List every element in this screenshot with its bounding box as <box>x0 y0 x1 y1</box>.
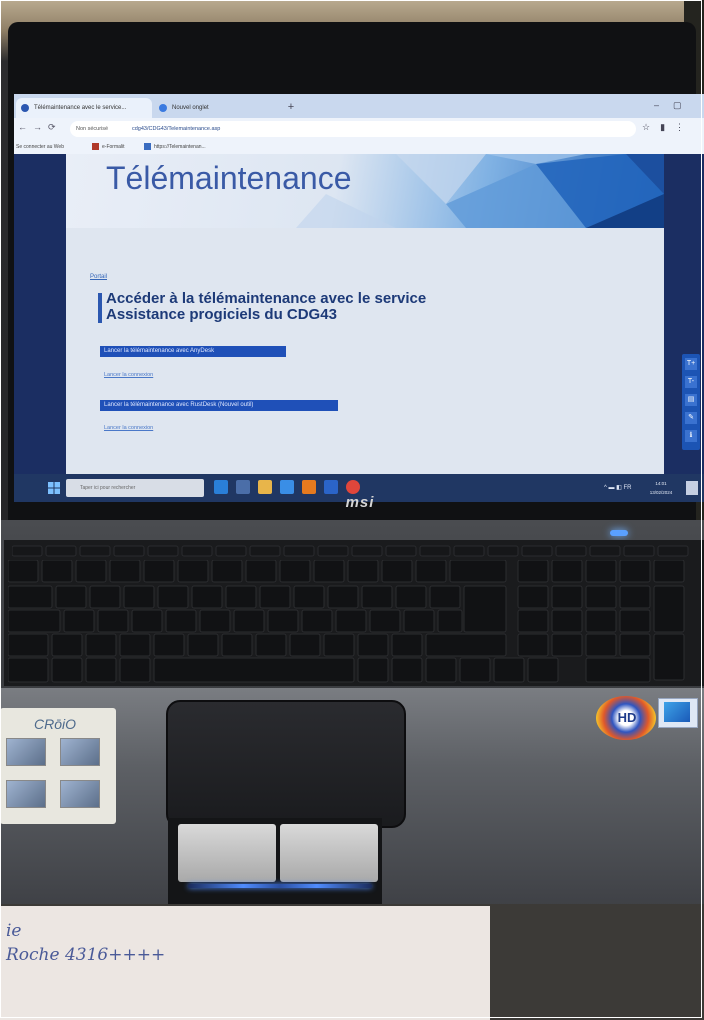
breadcrumb-link[interactable]: Portail <box>90 274 130 284</box>
sticker-badge <box>60 738 100 766</box>
key-rows <box>8 560 685 683</box>
bookmark-icon <box>144 143 151 150</box>
new-tab-plus-icon[interactable]: + <box>284 100 298 114</box>
tray-arrow-icon[interactable]: ^ ▬ ◧ <box>604 485 624 491</box>
firefox-icon[interactable] <box>302 480 316 494</box>
windows-logo-icon <box>664 702 690 722</box>
touchpad-right-button[interactable] <box>280 824 378 882</box>
clock-date: 13/02/2024 <box>649 490 673 495</box>
page-banner-title: Télémaintenance <box>106 160 352 196</box>
note-text: ie <box>6 921 22 941</box>
new-tab-icon <box>159 104 167 112</box>
address-bar-icons[interactable]: ☆▮⋮ <box>642 122 704 136</box>
heading-accent-bar <box>98 293 102 323</box>
app-icon[interactable] <box>324 480 338 494</box>
address-bar[interactable]: Non sécurisé cdg43/CDG43/Telemaintenance… <box>70 121 636 137</box>
tab-telemaintenance[interactable]: Télémaintenance avec le service... <box>16 98 152 118</box>
page-favicon-icon <box>21 104 29 112</box>
launch-anydesk-button[interactable]: Lancer la télémaintenance avec AnyDesk <box>100 346 286 357</box>
browser-tabstrip: Télémaintenance avec le service... Nouve… <box>14 94 704 118</box>
chrome-icon[interactable] <box>346 480 360 494</box>
msi-logo: msi <box>345 494 375 511</box>
notification-icon[interactable] <box>686 481 698 495</box>
mail-icon[interactable] <box>280 480 294 494</box>
navigation-buttons[interactable]: ←→⟳ <box>18 122 66 136</box>
text-larger-button[interactable]: T+ <box>685 358 697 370</box>
function-keys <box>11 545 689 557</box>
windows-start-icon[interactable] <box>48 482 60 494</box>
text-smaller-button[interactable]: T- <box>685 376 697 388</box>
tab-label: Télémaintenance avec le service... <box>34 105 127 111</box>
file-explorer-icon[interactable] <box>258 480 272 494</box>
rustdesk-connect-link[interactable]: Lancer la connexion <box>104 424 174 433</box>
laptop-screen: Télémaintenance avec le service... Nouve… <box>14 94 704 502</box>
task-view-icon[interactable] <box>236 480 250 494</box>
bookmark-item[interactable]: Se connecter au Web <box>16 142 76 152</box>
edge-icon[interactable] <box>214 480 228 494</box>
note-text: Roche 4316++++ <box>6 945 166 965</box>
sticker-badge <box>60 780 100 808</box>
tab-label: Nouvel onglet <box>172 105 209 111</box>
anydesk-connect-link[interactable]: Lancer la connexion <box>104 371 174 380</box>
hd-sticker-label: HD <box>617 710 637 725</box>
function-key-row <box>11 544 692 557</box>
heading-line: Assistance progiciels du CDG43 <box>106 306 337 323</box>
security-warning[interactable]: Non sécurisé <box>76 124 128 134</box>
touchpad-led-strip <box>188 884 372 888</box>
tray-language[interactable]: FR <box>624 485 632 491</box>
browser-address-row: ←→⟳ Non sécurisé cdg43/CDG43/Telemainten… <box>14 118 704 140</box>
print-icon[interactable]: ▤ <box>685 394 697 406</box>
laptop-bezel: Télémaintenance avec le service... Nouve… <box>8 22 704 530</box>
sticker-badge <box>6 738 46 766</box>
accessibility-toolbar: T+ T- ▤ ✎ ℹ <box>682 354 700 450</box>
heading-line: Accéder à la télémaintenance avec le ser… <box>106 290 427 307</box>
touchpad-left-button[interactable] <box>178 824 276 882</box>
url-text[interactable]: cdg43/CDG43/Telemaintenance.asp <box>132 124 332 134</box>
launch-rustdesk-button[interactable]: Lancer la télémaintenance avec RustDesk … <box>100 400 338 411</box>
processor-sticker-label: CRōiO <box>34 716 77 732</box>
taskbar-search-input[interactable]: Taper ici pour rechercher <box>66 479 204 497</box>
window-controls[interactable]: –▢ <box>654 100 704 114</box>
clock-time: 14:01 <box>655 481 667 486</box>
info-icon[interactable]: ℹ <box>685 430 697 442</box>
keyboard[interactable] <box>4 540 704 686</box>
power-indicator-light <box>610 530 628 536</box>
touchpad[interactable] <box>166 700 406 828</box>
edit-icon[interactable]: ✎ <box>685 412 697 424</box>
bookmark-icon <box>92 143 99 150</box>
taskbar-clock[interactable]: 14:01 13/02/2024 <box>644 479 678 497</box>
page-heading: Accéder à la télémaintenance avec le ser… <box>106 291 506 327</box>
bookmark-item[interactable]: e-Formalit <box>102 142 142 152</box>
sticker-badge <box>6 780 46 808</box>
tab-new[interactable]: Nouvel onglet <box>154 98 278 118</box>
bookmarks-bar: Se connecter au Web e-Formalit https://T… <box>14 140 704 155</box>
bookmark-item[interactable]: https://Telemaintenan... <box>154 142 224 152</box>
